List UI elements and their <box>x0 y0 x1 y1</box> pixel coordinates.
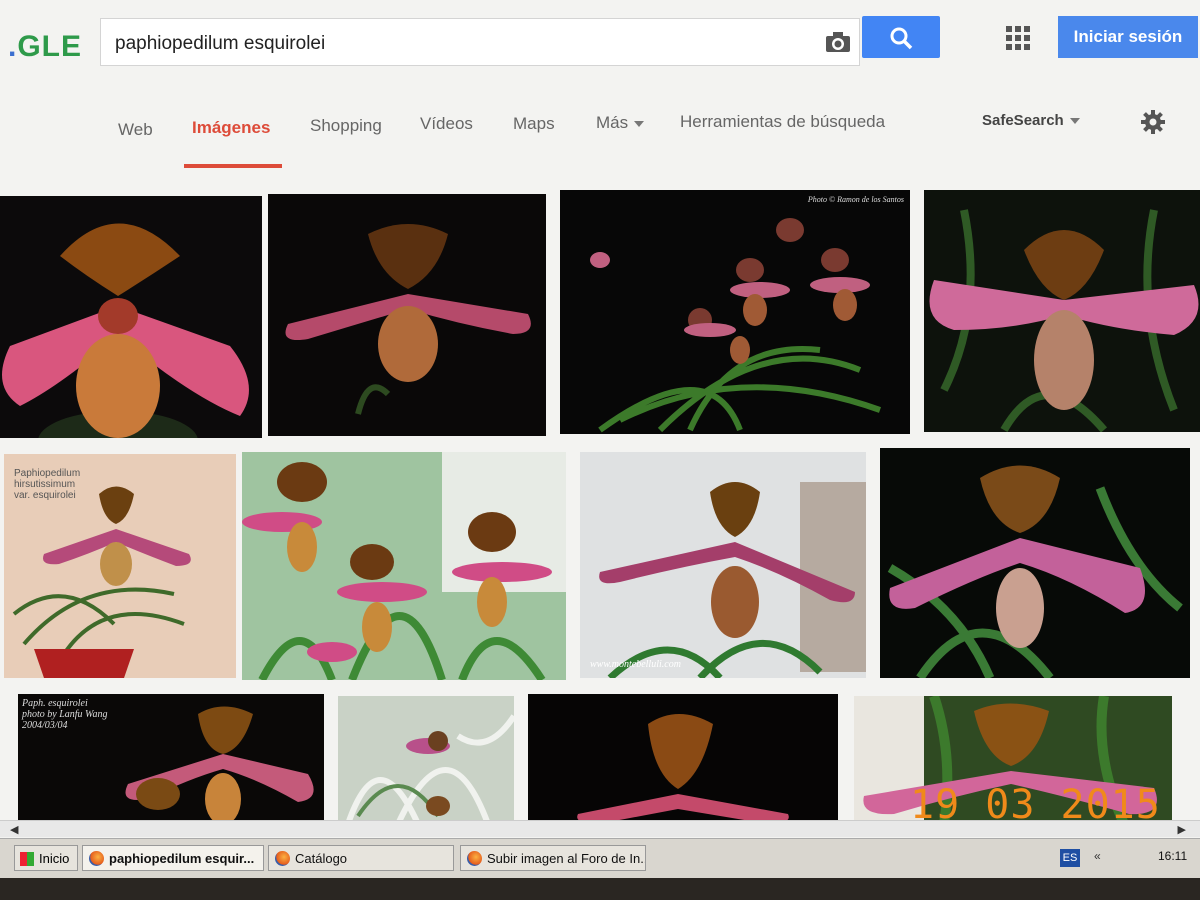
gear-icon[interactable] <box>1140 109 1166 135</box>
magnifier-icon <box>890 27 913 50</box>
taskbar-item[interactable]: paphiopedilum esquir... <box>82 845 264 871</box>
taskbar-item-label: Subir imagen al Foro de In... <box>487 851 646 866</box>
tab-images[interactable]: Imágenes <box>192 118 270 138</box>
orchid-photo <box>345 714 514 824</box>
search-input[interactable]: paphiopedilum esquirolei <box>100 18 860 66</box>
search-query-text[interactable]: paphiopedilum esquirolei <box>115 33 325 55</box>
image-result[interactable] <box>242 452 566 680</box>
firefox-icon <box>467 851 482 866</box>
orchid-photo <box>242 452 566 680</box>
chevron-down-icon <box>1069 118 1080 125</box>
image-caption: www.montebelluli.com <box>590 659 681 670</box>
language-indicator[interactable]: ES <box>1060 849 1080 867</box>
scroll-right-icon[interactable]: ▶ <box>1178 823 1186 836</box>
safesearch-dropdown[interactable]: SafeSearch <box>982 112 1080 129</box>
image-caption: Photo © Ramon de los Santos <box>807 195 904 204</box>
taskbar-item-label: Catálogo <box>295 851 348 866</box>
image-result[interactable]: Paphiopedilum hirsutissimum var. esquiro… <box>4 454 236 678</box>
tab-more-label: Más <box>596 113 629 132</box>
google-logo[interactable]: .GLE <box>8 30 82 64</box>
camera-icon[interactable] <box>825 31 851 53</box>
tab-web[interactable]: Web <box>118 120 153 140</box>
tab-shopping[interactable]: Shopping <box>310 116 382 136</box>
image-result[interactable] <box>0 196 262 438</box>
search-button[interactable] <box>862 16 940 58</box>
scroll-left-icon[interactable]: ◀ <box>10 823 18 836</box>
taskbar-item[interactable]: Subir imagen al Foro de In... <box>460 845 646 871</box>
tab-search-tools[interactable]: Herramientas de búsqueda <box>680 112 885 132</box>
orchid-photo <box>2 223 249 438</box>
taskbar-item-label: paphiopedilum esquir... <box>109 851 255 866</box>
tab-videos[interactable]: Vídeos <box>420 114 473 134</box>
orchid-photo <box>929 209 1199 432</box>
chevron-down-icon <box>634 120 645 127</box>
orchid-photo <box>887 465 1183 678</box>
image-caption: Paphiopedilum hirsutissimum var. esquiro… <box>14 468 81 501</box>
image-caption: Paph. esquirolei photo by Lanfu Wang 200… <box>22 698 108 731</box>
orchid-photo <box>590 218 882 433</box>
image-result[interactable] <box>268 194 546 436</box>
horizontal-scrollbar[interactable]: ◀ ▶ <box>0 820 1200 837</box>
image-result[interactable] <box>338 696 514 824</box>
safesearch-label: SafeSearch <box>982 112 1064 129</box>
taskbar-item[interactable]: Catálogo <box>268 845 454 871</box>
taskbar: Inicio paphiopedilum esquir... Catálogo … <box>0 838 1200 878</box>
image-result[interactable] <box>528 694 838 824</box>
image-result[interactable]: www.montebelluli.com <box>580 452 866 678</box>
orchid-photo <box>285 224 531 415</box>
apps-grid-icon[interactable] <box>1006 26 1032 52</box>
image-result[interactable]: Paph. esquirolei photo by Lanfu Wang 200… <box>18 694 324 824</box>
firefox-icon <box>275 851 290 866</box>
tray-icons[interactable]: « <box>1094 849 1101 863</box>
image-result[interactable] <box>924 190 1200 432</box>
orchid-photo <box>580 452 866 678</box>
clock[interactable]: 16:11 <box>1158 849 1187 863</box>
orchid-photo <box>577 714 789 824</box>
tab-maps[interactable]: Maps <box>513 114 555 134</box>
firefox-icon <box>89 851 104 866</box>
image-result[interactable]: Photo © Ramon de los Santos <box>560 190 910 434</box>
tab-more[interactable]: Más <box>596 113 645 133</box>
sign-in-button[interactable]: Iniciar sesión <box>1058 16 1198 58</box>
image-result[interactable] <box>880 448 1190 678</box>
active-tab-indicator <box>184 164 282 168</box>
windows-logo-icon <box>20 852 34 866</box>
browser-screen: .GLE paphiopedilum esquirolei Iniciar se… <box>0 0 1200 878</box>
start-button[interactable]: Inicio <box>14 845 78 871</box>
start-label: Inicio <box>39 851 70 866</box>
